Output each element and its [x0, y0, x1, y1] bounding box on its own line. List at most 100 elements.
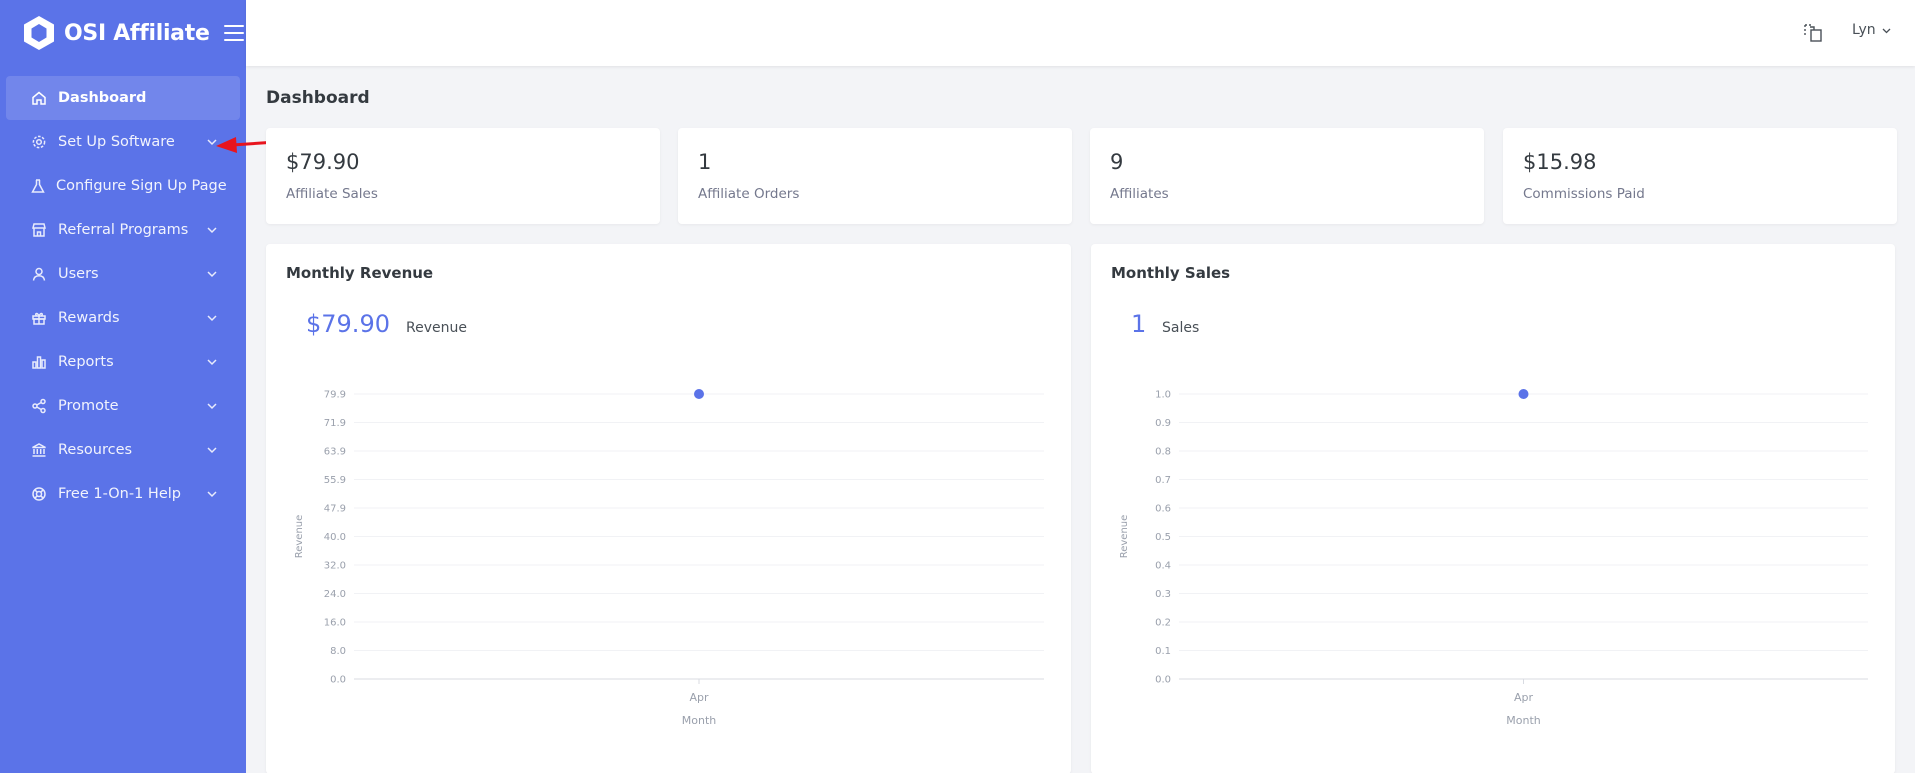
y-axis-label: Revenue [294, 515, 305, 559]
sidebar-item-label: Set Up Software [58, 134, 175, 150]
share-icon [30, 397, 48, 415]
user-icon [30, 265, 48, 283]
stat-value: $15.98 [1523, 150, 1597, 174]
sidebar: OSI Affiliate Dashboard Set Up Software … [0, 0, 246, 773]
headline-value: $79.90 [306, 310, 390, 338]
chevron-down-icon [1882, 22, 1891, 38]
sidebar-item-label: Dashboard [58, 90, 147, 106]
gear-icon [30, 133, 48, 151]
sidebar-item-label: Configure Sign Up Page [56, 178, 227, 194]
sidebar-item-referral-programs[interactable]: Referral Programs [6, 208, 240, 252]
sidebar-item-dashboard[interactable]: Dashboard [6, 76, 240, 120]
brand-name: OSI Affiliate [64, 20, 210, 46]
y-tick-label: 55.9 [324, 475, 346, 486]
y-tick-label: 0.4 [1155, 561, 1171, 572]
headline-value: 1 [1131, 310, 1147, 338]
x-axis-label: Month [1506, 714, 1541, 727]
chevron-down-icon [206, 224, 218, 236]
chart-title: Monthly Revenue [286, 264, 434, 282]
x-tick-label: Apr [689, 691, 709, 704]
sidebar-item-label: Users [58, 266, 99, 282]
stat-card-commissions-paid: $15.98 Commissions Paid [1503, 128, 1897, 224]
sidebar-item-configure-sign-up-page[interactable]: Configure Sign Up Page [6, 164, 240, 208]
y-tick-label: 0.3 [1155, 589, 1171, 600]
sidebar-item-promote[interactable]: Promote [6, 384, 240, 428]
chart-title: Monthly Sales [1111, 264, 1231, 282]
user-name: Lyn [1852, 22, 1876, 38]
monthly-revenue-card: 0.0 8.0 16.0 24.0 32.0 40.0 47.9 55.9 63.9 71.9 79… [266, 244, 1071, 773]
chevron-down-icon [206, 444, 218, 456]
y-tick-label: 40.0 [324, 532, 346, 543]
stat-card-affiliate-orders: 1 Affiliate Orders [678, 128, 1072, 224]
sidebar-item-reports[interactable]: Reports [6, 340, 240, 384]
lifebuoy-icon [30, 485, 48, 503]
y-tick-label: 0.5 [1155, 532, 1171, 543]
y-tick-label: 0.6 [1155, 504, 1171, 515]
gift-icon [30, 309, 48, 327]
y-tick-label: 0.8 [1155, 447, 1171, 458]
flask-icon [30, 177, 46, 195]
stat-label: Affiliate Sales [286, 186, 378, 202]
stat-label: Commissions Paid [1523, 186, 1645, 202]
bank-icon [30, 441, 48, 459]
sidebar-item-set-up-software[interactable]: Set Up Software [6, 120, 240, 164]
sidebar-item-users[interactable]: Users [6, 252, 240, 296]
x-tick-label: Apr [1514, 691, 1534, 704]
x-axis-label: Month [682, 714, 717, 727]
y-tick-label: 0.0 [330, 675, 346, 686]
y-tick-label: 0.2 [1155, 618, 1171, 629]
sidebar-item-free-help[interactable]: Free 1-On-1 Help [6, 472, 240, 516]
sidebar-item-label: Rewards [58, 310, 120, 326]
user-menu[interactable]: Lyn [1852, 22, 1891, 38]
data-point[interactable] [694, 389, 704, 399]
y-tick-label: 71.9 [324, 418, 346, 429]
menu-toggle-icon[interactable] [223, 25, 244, 41]
chevron-down-icon [206, 488, 218, 500]
bar-chart-icon [30, 353, 48, 371]
headline-label: Sales [1162, 320, 1200, 336]
headline-label: Revenue [406, 320, 467, 336]
y-tick-label: 0.9 [1155, 418, 1171, 429]
y-tick-label: 79.9 [324, 390, 346, 401]
y-tick-label: 47.9 [324, 504, 346, 515]
chevron-down-icon [206, 268, 218, 280]
sidebar-item-resources[interactable]: Resources [6, 428, 240, 472]
chevron-down-icon [206, 356, 218, 368]
main-content: Dashboard $79.90 Affiliate Sales 1 Affil… [246, 66, 1915, 773]
y-tick-label: 63.9 [324, 447, 346, 458]
home-icon [30, 89, 48, 107]
monthly-sales-card: 0.0 0.1 0.2 0.3 0.4 0.5 0.6 0.7 0.8 0.9 1.0 Revenue… [1091, 244, 1895, 773]
sidebar-item-label: Free 1-On-1 Help [58, 486, 181, 502]
y-tick-label: 32.0 [324, 561, 346, 572]
y-tick-label: 16.0 [324, 618, 346, 629]
stat-value: 1 [698, 150, 712, 174]
chevron-down-icon [206, 312, 218, 324]
stat-card-affiliates: 9 Affiliates [1090, 128, 1484, 224]
y-tick-label: 8.0 [330, 646, 346, 657]
stat-label: Affiliates [1110, 186, 1169, 202]
y-axis-label: Revenue [1119, 515, 1130, 559]
store-icon [30, 221, 48, 239]
logo-icon [20, 14, 58, 52]
stat-label: Affiliate Orders [698, 186, 800, 202]
brand: OSI Affiliate [0, 0, 246, 66]
stat-card-affiliate-sales: $79.90 Affiliate Sales [266, 128, 660, 224]
sidebar-item-label: Resources [58, 442, 133, 458]
stat-value: 9 [1110, 150, 1124, 174]
sidebar-item-label: Reports [58, 354, 114, 370]
y-tick-label: 0.1 [1155, 646, 1171, 657]
y-tick-label: 0.0 [1155, 675, 1171, 686]
chevron-down-icon [206, 400, 218, 412]
top-header: Lyn [246, 0, 1915, 66]
y-tick-label: 0.7 [1155, 475, 1171, 486]
sidebar-item-rewards[interactable]: Rewards [6, 296, 240, 340]
monthly-sales-chart: 0.0 0.1 0.2 0.3 0.4 0.5 0.6 0.7 0.8 0.9 1.0 Revenue… [1119, 389, 1868, 727]
stat-value: $79.90 [286, 150, 360, 174]
y-tick-label: 1.0 [1155, 390, 1171, 401]
page-title: Dashboard [266, 88, 370, 108]
fullscreen-icon[interactable] [1802, 22, 1824, 44]
y-tick-label: 24.0 [324, 589, 346, 600]
sidebar-item-label: Referral Programs [58, 222, 189, 238]
data-point[interactable] [1518, 389, 1529, 399]
sidebar-item-label: Promote [58, 398, 119, 414]
